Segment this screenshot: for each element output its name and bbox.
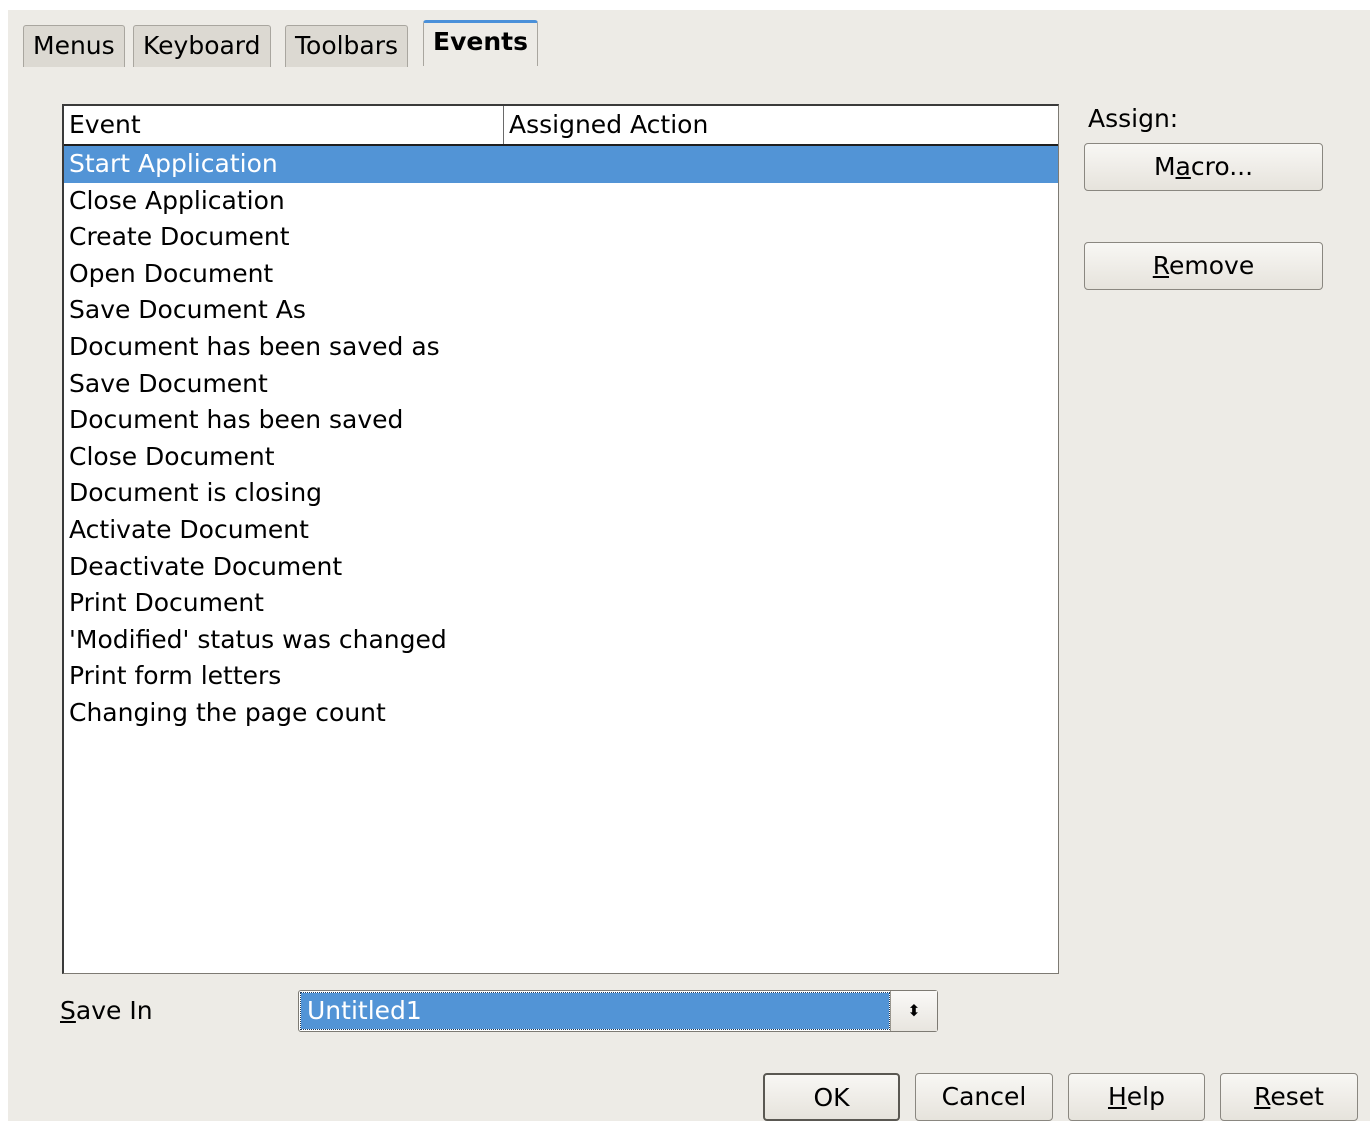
macro-button-mnemonic: a [1175, 152, 1191, 181]
save-in-select[interactable]: Untitled1 ⬍ [298, 990, 938, 1032]
remove-button-mnemonic: R [1152, 251, 1170, 280]
event-row[interactable]: 'Modified' status was changed [64, 622, 1058, 659]
customize-dialog: Menus Keyboard Toolbars Events Event Ass… [8, 10, 1370, 1121]
event-row[interactable]: Save Document As [64, 292, 1058, 329]
event-row[interactable]: Create Document [64, 219, 1058, 256]
tab-events[interactable]: Events [423, 20, 538, 66]
event-row[interactable]: Start Application [64, 146, 1058, 183]
event-row[interactable]: Document has been saved as [64, 329, 1058, 366]
spin-arrows-icon[interactable]: ⬍ [890, 991, 937, 1031]
macro-button-label-a: M [1153, 152, 1176, 181]
column-header-event[interactable]: Event [64, 106, 503, 144]
ok-button[interactable]: OK [763, 1073, 900, 1121]
save-in-label: Save In [60, 995, 153, 1027]
tab-toolbars[interactable]: Toolbars [285, 25, 409, 67]
event-row[interactable]: Close Document [64, 439, 1058, 476]
tab-menus[interactable]: Menus [23, 25, 125, 67]
save-in-mnemonic: S [60, 996, 76, 1025]
event-row[interactable]: Document is closing [64, 475, 1058, 512]
column-header-assigned-action[interactable]: Assigned Action [503, 106, 1058, 144]
event-row[interactable]: Activate Document [64, 512, 1058, 549]
cancel-button[interactable]: Cancel [915, 1073, 1053, 1121]
remove-button[interactable]: Remove [1084, 242, 1323, 290]
help-button[interactable]: Help [1068, 1073, 1205, 1121]
assign-label: Assign: [1088, 104, 1179, 133]
event-row[interactable]: Deactivate Document [64, 549, 1058, 586]
reset-button[interactable]: Reset [1220, 1073, 1358, 1121]
event-row[interactable]: Close Application [64, 183, 1058, 220]
event-rows: Start Application Close Application Create… [64, 146, 1058, 732]
macro-button-label-b: cro... [1190, 152, 1254, 181]
tab-keyboard[interactable]: Keyboard [133, 25, 271, 67]
help-button-label: elp [1126, 1082, 1165, 1111]
reset-button-label: eset [1270, 1082, 1324, 1111]
event-row[interactable]: Changing the page count [64, 695, 1058, 732]
event-list[interactable]: Event Assigned Action Start Application C… [62, 104, 1059, 974]
event-row[interactable]: Open Document [64, 256, 1058, 293]
event-row[interactable]: Print form letters [64, 658, 1058, 695]
save-in-value: Untitled1 [300, 992, 890, 1030]
event-row[interactable]: Save Document [64, 366, 1058, 403]
list-header: Event Assigned Action [64, 106, 1058, 146]
reset-button-mnemonic: R [1254, 1082, 1271, 1111]
event-row[interactable]: Document has been saved [64, 402, 1058, 439]
save-in-label-rest: ave In [75, 996, 153, 1025]
remove-button-label: emove [1169, 251, 1255, 280]
macro-button[interactable]: Macro... [1084, 143, 1323, 191]
help-button-mnemonic: H [1107, 1082, 1127, 1111]
event-row[interactable]: Print Document [64, 585, 1058, 622]
